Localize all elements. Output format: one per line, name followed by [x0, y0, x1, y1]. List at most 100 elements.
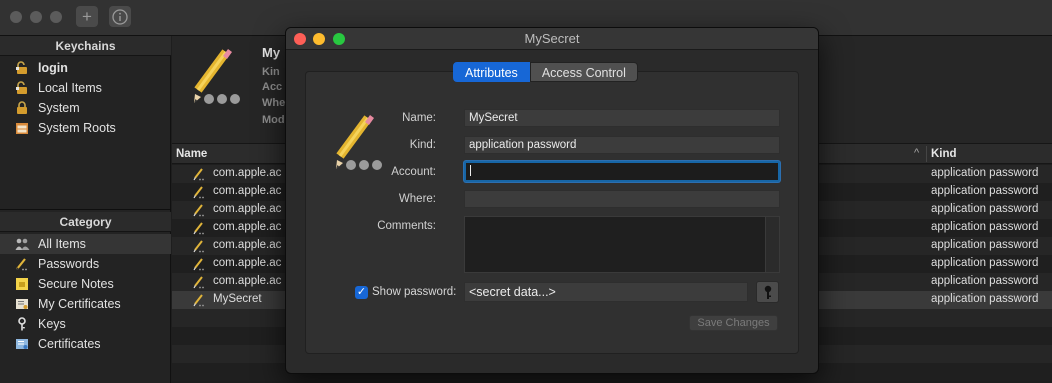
show-password-label: Show password: — [372, 286, 457, 298]
category-header: Category — [0, 212, 171, 232]
sidebar-item-system-roots[interactable]: System Roots — [0, 118, 171, 138]
row-name: com.apple.ac — [213, 239, 282, 251]
plus-icon: + — [82, 7, 92, 26]
dialog-zoom-button[interactable] — [333, 33, 345, 45]
close-window-button[interactable] — [10, 11, 22, 23]
sort-chevron-icon: ^ — [914, 147, 920, 159]
row-kind: application password — [931, 257, 1039, 269]
key-icon — [14, 316, 30, 332]
pencil-icon — [14, 256, 30, 272]
pencil-icon — [193, 204, 204, 217]
tab-attributes[interactable]: Attributes — [453, 62, 530, 82]
row-kind: application password — [931, 221, 1039, 233]
sidebar-item-label: Passwords — [38, 257, 100, 271]
sidebar-item-label: Certificates — [38, 337, 101, 351]
cabinet-icon — [14, 120, 30, 136]
sidebar-item-label: System — [38, 101, 80, 115]
text-caret — [470, 165, 471, 177]
pencil-icon — [193, 168, 204, 181]
zoom-window-button[interactable] — [50, 11, 62, 23]
name-label: Name: — [402, 112, 436, 124]
dialog-title: MySecret — [524, 31, 580, 46]
item-meta-modified: Mod — [262, 114, 285, 126]
info-button[interactable] — [109, 6, 131, 27]
sidebar: Keychains login Local Items System Syste… — [0, 36, 171, 383]
row-name: com.apple.ac — [213, 221, 282, 233]
sidebar-item-local-items[interactable]: Local Items — [0, 78, 171, 98]
item-meta-account: Acc — [262, 81, 283, 93]
row-name: com.apple.ac — [213, 275, 282, 287]
item-dialog: MySecret Attributes Access Control Name:… — [285, 27, 819, 374]
column-header-kind[interactable]: Kind — [931, 148, 957, 160]
certificate-icon — [14, 336, 30, 352]
password-field[interactable]: <secret data...> — [464, 282, 748, 302]
minimize-window-button[interactable] — [30, 11, 42, 23]
kind-label: Kind: — [409, 139, 436, 151]
sidebar-item-label: All Items — [38, 237, 86, 251]
kind-field[interactable]: application password — [464, 136, 780, 154]
sidebar-divider — [0, 209, 171, 210]
sidebar-item-passwords[interactable]: Passwords — [0, 254, 171, 274]
row-kind: application password — [931, 167, 1039, 179]
item-meta-where: Whe — [262, 97, 286, 109]
attributes-panel: Name: MySecret Kind: application passwor… — [305, 71, 799, 354]
sidebar-item-all-items[interactable]: All Items — [0, 234, 171, 254]
row-kind: application password — [931, 293, 1039, 305]
info-icon — [112, 8, 128, 25]
account-label: Account: — [391, 166, 436, 178]
sidebar-item-label: My Certificates — [38, 297, 121, 311]
sidebar-item-label: Secure Notes — [38, 277, 114, 291]
comments-label: Comments: — [377, 220, 436, 232]
keychains-header: Keychains — [0, 36, 171, 56]
sidebar-item-secure-notes[interactable]: Secure Notes — [0, 274, 171, 294]
dialog-minimize-button[interactable] — [313, 33, 325, 45]
row-kind: application password — [931, 275, 1039, 287]
where-label: Where: — [398, 193, 436, 205]
sidebar-item-label: Keys — [38, 317, 66, 331]
row-name: com.apple.ac — [213, 185, 282, 197]
row-kind: application password — [931, 203, 1039, 215]
sidebar-item-system[interactable]: System — [0, 98, 171, 118]
pencil-icon — [193, 258, 204, 271]
item-title: My — [262, 45, 281, 60]
pencil-icon — [336, 115, 382, 170]
key-icon — [764, 285, 771, 299]
column-header-name[interactable]: Name — [176, 148, 207, 160]
show-password-checkbox[interactable]: ✓ — [355, 286, 368, 299]
pencil-icon — [193, 276, 204, 289]
sidebar-item-label: Local Items — [38, 81, 102, 95]
sidebar-item-my-certificates[interactable]: My Certificates — [0, 294, 171, 314]
row-name: com.apple.ac — [213, 203, 282, 215]
unlocked-padlock-icon — [14, 80, 30, 96]
password-assistant-button[interactable] — [756, 281, 779, 303]
dialog-titlebar[interactable]: MySecret — [286, 28, 818, 50]
row-kind: application password — [931, 185, 1039, 197]
where-field[interactable] — [464, 190, 780, 208]
all-items-icon — [14, 236, 30, 252]
pencil-icon — [193, 294, 204, 307]
add-item-button[interactable]: + — [76, 6, 98, 27]
name-field[interactable]: MySecret — [464, 109, 780, 127]
save-changes-button[interactable]: Save Changes — [689, 315, 778, 331]
pencil-icon — [193, 240, 204, 253]
tab-access-control[interactable]: Access Control — [529, 62, 638, 82]
account-field[interactable] — [464, 161, 780, 182]
comments-scrollbar[interactable] — [765, 217, 779, 272]
pencil-icon — [193, 222, 204, 235]
dialog-close-button[interactable] — [294, 33, 306, 45]
pencil-icon — [193, 186, 204, 199]
sidebar-item-label: System Roots — [38, 121, 116, 135]
sidebar-item-keys[interactable]: Keys — [0, 314, 171, 334]
locked-padlock-icon — [14, 100, 30, 116]
pencil-icon — [194, 49, 240, 104]
unlocked-padlock-icon — [14, 60, 30, 76]
comments-textarea[interactable] — [464, 216, 780, 273]
row-name: com.apple.ac — [213, 257, 282, 269]
sidebar-item-certificates[interactable]: Certificates — [0, 334, 171, 354]
sidebar-item-login[interactable]: login — [0, 58, 171, 78]
column-separator[interactable] — [926, 146, 927, 162]
note-icon — [14, 276, 30, 292]
tab-bar: Attributes Access Control — [453, 62, 638, 82]
item-meta-kind: Kin — [262, 66, 280, 78]
row-name: MySecret — [213, 293, 262, 305]
